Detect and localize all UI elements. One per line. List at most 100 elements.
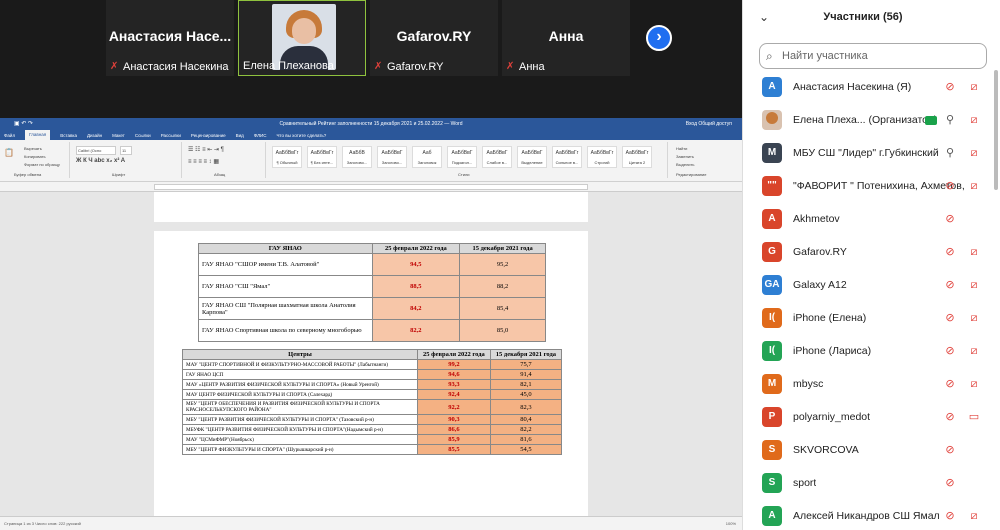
- video-tile[interactable]: Gafarov.RY ✗ Gafarov.RY: [370, 0, 498, 76]
- style-item[interactable]: АаБбВвГг Строгий: [587, 146, 617, 168]
- participant-row[interactable]: Ssport ⊘: [743, 468, 993, 501]
- mic-icon[interactable]: ⚲: [943, 146, 957, 160]
- mic-muted-icon[interactable]: ⊘: [943, 311, 957, 325]
- style-sample: АаБбВвГг: [555, 150, 579, 156]
- style-item[interactable]: АаБбВвГ Слабое в...: [482, 146, 512, 168]
- participant-name: sport: [793, 477, 817, 489]
- ribbon-tab[interactable]: Ссылки: [135, 133, 151, 138]
- ribbon-tab[interactable]: Вид: [236, 133, 244, 138]
- camera-icon[interactable]: ▭: [967, 410, 981, 424]
- search-participant-input[interactable]: ⌕ Найти участника: [759, 43, 987, 69]
- ribbon-tab[interactable]: ФЛИС: [254, 133, 267, 138]
- style-item[interactable]: АаБбВвГг Сильное в...: [552, 146, 582, 168]
- participant-name: Алексей Никандров СШ Ямал: [793, 510, 940, 522]
- camera-off-icon[interactable]: ⧄: [967, 311, 981, 325]
- table-cell: ГАУ ЯНАО Спортивная школа по северному м…: [198, 319, 373, 342]
- camera-off-icon[interactable]: ⧄: [967, 509, 981, 523]
- mic-icon[interactable]: ⚲: [943, 113, 957, 127]
- select-button[interactable]: Выделить: [676, 162, 694, 167]
- video-tile[interactable]: Анна ✗ Анна: [502, 0, 630, 76]
- participant-row[interactable]: Елена Плеха... (Организатор) ⚲ ⧄: [743, 105, 993, 138]
- mic-muted-icon[interactable]: ⊘: [943, 476, 957, 490]
- mic-muted-icon: ✗: [374, 61, 383, 72]
- paragraph-group: ☰ ☷ ≡ ⇤ ⇥ ¶ ≡ ≡ ≡ ≡ ↕ ▦ Абзац: [184, 142, 266, 178]
- font-name-select[interactable]: Calibri (Осно: [76, 146, 116, 155]
- zoom-level[interactable]: 100%: [726, 517, 736, 530]
- table-cell: 85,9: [416, 434, 491, 445]
- camera-off-icon[interactable]: ⧄: [967, 344, 981, 358]
- ribbon-tab[interactable]: Рецензирование: [191, 133, 226, 138]
- font-size-select[interactable]: 11: [120, 146, 132, 155]
- table-row: МБУ "ЦЕНТР ОБЕСПЕЧЕНИЯ И РАЗВИТИЯ ФИЗИЧЕ…: [182, 399, 563, 415]
- ribbon-tab[interactable]: Макет: [112, 133, 125, 138]
- participant-row[interactable]: Ppolyarniy_medot ⊘ ▭: [743, 402, 993, 435]
- participant-row[interactable]: М МБУ СШ "Лидер" г.Губкинский ⚲ ⧄: [743, 138, 993, 171]
- mic-muted-icon[interactable]: ⊘: [943, 245, 957, 259]
- next-page-button[interactable]: ›: [646, 25, 672, 51]
- ribbon-tab[interactable]: Что вы хотите сделать?: [277, 133, 327, 138]
- table-header-row: Центры 25 февраля 2022 года 15 декабря 202…: [182, 349, 563, 360]
- camera-off-icon[interactable]: ⧄: [967, 245, 981, 259]
- camera-off-icon[interactable]: ⧄: [967, 179, 981, 193]
- style-item[interactable]: АаБбВвГ Подзагол...: [447, 146, 477, 168]
- mic-muted-icon[interactable]: ⊘: [943, 443, 957, 457]
- copy-button[interactable]: Копировать: [24, 154, 46, 159]
- camera-off-icon[interactable]: ⧄: [967, 377, 981, 391]
- mic-muted-icon[interactable]: ⊘: [943, 344, 957, 358]
- style-item[interactable]: АаБбВвГ Выделение: [517, 146, 547, 168]
- camera-off-icon[interactable]: ⧄: [967, 146, 981, 160]
- table-cell: 84,2: [371, 297, 461, 320]
- style-item[interactable]: АаБбВвГ Заголово...: [377, 146, 407, 168]
- table-cell: МАУ "ЦЕНТР СПОРТИВНОЙ И ФИЗКУЛЬТУРНО-МАС…: [182, 359, 418, 370]
- mic-muted-icon[interactable]: ⊘: [943, 212, 957, 226]
- style-item[interactable]: АаБбВ Заголово...: [342, 146, 372, 168]
- camera-off-icon[interactable]: ⧄: [967, 80, 981, 94]
- ribbon-tab[interactable]: Вставка: [60, 133, 77, 138]
- avatar: M: [762, 374, 782, 394]
- document-area[interactable]: ГАУ ЯНАО 25 февраля 2022 года 15 декабря 2…: [0, 192, 742, 516]
- ribbon-tab[interactable]: Дизайн: [87, 133, 102, 138]
- table-cell: 85,5: [416, 444, 491, 455]
- participant-row[interactable]: G Gafarov.RY ⊘ ⧄: [743, 237, 993, 270]
- find-button[interactable]: Найти: [676, 146, 687, 151]
- mic-muted-icon[interactable]: ⊘: [943, 80, 957, 94]
- video-tile[interactable]: Елена Плеханова: [238, 0, 366, 76]
- participant-row[interactable]: А Анастасия Насекина (Я) ⊘ ⧄: [743, 72, 993, 105]
- participant-row[interactable]: I(iPhone (Лариса) ⊘ ⧄: [743, 336, 993, 369]
- participants-header: ⌄ Участники (56): [743, 0, 1000, 36]
- mic-muted-icon[interactable]: ⊘: [943, 179, 957, 193]
- style-item[interactable]: АаБбВвГг Цитата 2: [622, 146, 652, 168]
- avatar: P: [762, 407, 782, 427]
- video-tile[interactable]: Анастасия Насе... ✗ Анастасия Насекина: [106, 0, 234, 76]
- mic-muted-icon: ✗: [506, 61, 515, 72]
- camera-off-icon[interactable]: ⧄: [967, 113, 981, 127]
- participant-row[interactable]: S SKVORCOVA ⊘: [743, 435, 993, 468]
- replace-button[interactable]: Заменить: [676, 154, 694, 159]
- ribbon-tab[interactable]: Рассылки: [161, 133, 181, 138]
- style-item[interactable]: Ааб Заголовок: [412, 146, 442, 168]
- participant-row[interactable]: Mmbysc ⊘ ⧄: [743, 369, 993, 402]
- scrollbar[interactable]: [994, 70, 998, 190]
- format-painter-button[interactable]: Формат по образцу: [24, 162, 60, 167]
- ribbon-tab[interactable]: Главная: [25, 130, 51, 140]
- participant-row[interactable]: A Akhmetov ⊘: [743, 204, 993, 237]
- mic-muted-icon[interactable]: ⊘: [943, 278, 957, 292]
- camera-off-icon[interactable]: ⧄: [967, 278, 981, 292]
- mic-muted-icon[interactable]: ⊘: [943, 410, 957, 424]
- participant-row[interactable]: А Алексей Никандров СШ Ямал ⊘ ⧄: [743, 501, 993, 530]
- participant-row[interactable]: "" "ФАВОРИТ " Потенихина, Ахметов, ... ⊘ ⧄: [743, 171, 993, 204]
- participant-row[interactable]: I(iPhone (Елена) ⊘ ⧄: [743, 303, 993, 336]
- style-item[interactable]: АаБбВвГг ¶ Без инте...: [307, 146, 337, 168]
- list-icons[interactable]: ☰ ☷ ≡ ⇤ ⇥ ¶: [188, 146, 224, 153]
- align-icons[interactable]: ≡ ≡ ≡ ≡ ↕ ▦: [188, 158, 219, 165]
- table-cell: МБУ "ЦЕНТР ФИЗКУЛЬТУРЫ И СПОРТА" (Шурышк…: [182, 444, 418, 455]
- font-format-icons[interactable]: Ж К Ч abc x₂ x² A: [76, 158, 125, 164]
- style-item[interactable]: АаБбВвГг ¶ Обычный: [272, 146, 302, 168]
- cut-button[interactable]: Вырезать: [24, 146, 42, 151]
- mic-muted-icon[interactable]: ⊘: [943, 377, 957, 391]
- participant-name: iPhone (Елена): [793, 312, 867, 324]
- mic-muted-icon[interactable]: ⊘: [943, 509, 957, 523]
- table-cell: 82,1: [489, 379, 563, 390]
- ribbon-tab[interactable]: Файл: [4, 133, 15, 138]
- participant-row[interactable]: GA Galaxy A12 ⊘ ⧄: [743, 270, 993, 303]
